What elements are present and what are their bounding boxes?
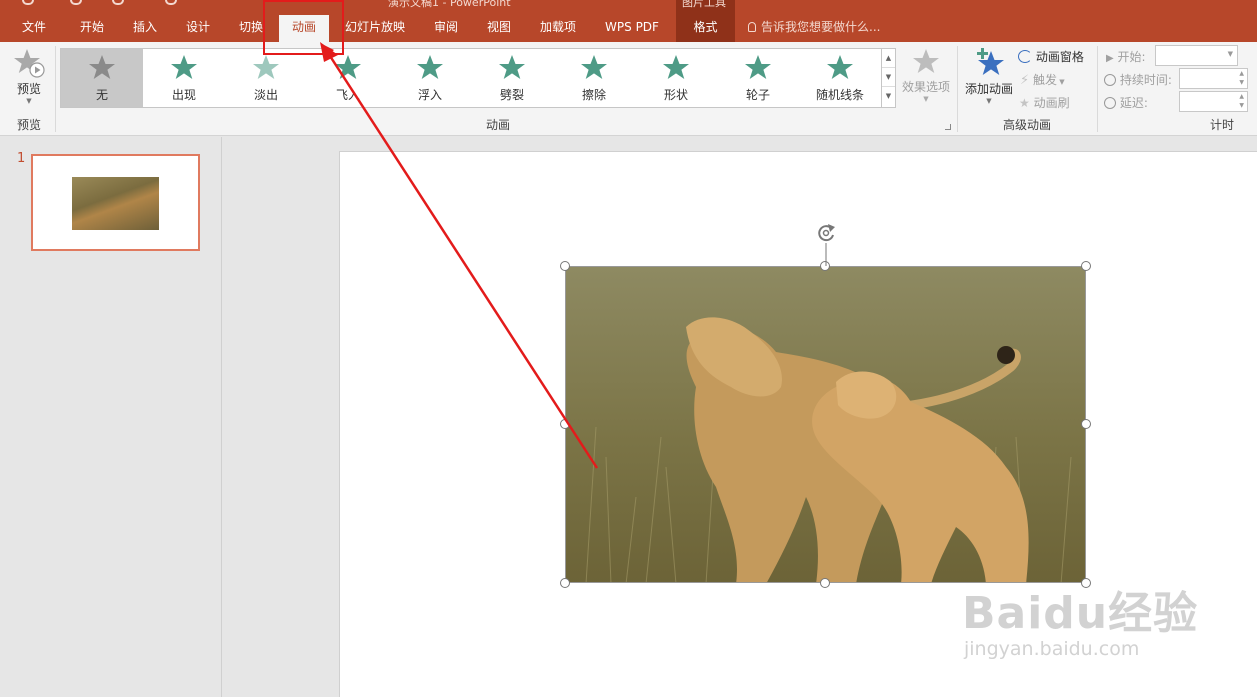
play-icon: ▶ bbox=[1106, 53, 1114, 64]
thumbnail-photo bbox=[72, 177, 159, 230]
resize-handle-bottom-left[interactable] bbox=[560, 578, 570, 588]
window-title: 演示文稿1 - PowerPoint bbox=[388, 0, 511, 9]
group-label-timing: 计时 bbox=[1210, 118, 1235, 132]
slide-number: 1 bbox=[17, 151, 26, 166]
resize-handle-top-right[interactable] bbox=[1081, 261, 1091, 271]
rotate-handle-icon[interactable] bbox=[814, 221, 840, 267]
redo-icon[interactable] bbox=[112, 0, 124, 5]
effect-options-star-icon bbox=[913, 49, 939, 73]
painter-stars-icon: ★ bbox=[1019, 96, 1030, 110]
animation-painter-button[interactable]: ★ 动画刷 bbox=[1019, 94, 1070, 111]
none-star-icon bbox=[89, 55, 115, 79]
delay-spinner[interactable]: ▲ ▼ bbox=[1179, 91, 1248, 112]
animation-float-in[interactable]: 浮入 bbox=[389, 49, 471, 107]
duration-label: 持续时间: bbox=[1104, 71, 1172, 88]
scroll-up-icon[interactable]: ▲ bbox=[882, 49, 895, 68]
slide-thumbnail[interactable] bbox=[31, 154, 200, 251]
gallery-scrollbar[interactable]: ▲ ▼ ▼ bbox=[882, 48, 896, 108]
chevron-down-icon: ▼ bbox=[26, 97, 32, 105]
delay-clock-icon bbox=[1104, 97, 1116, 109]
tell-me-search[interactable]: 告诉我您想要做什么... bbox=[748, 9, 880, 42]
chevron-down-icon: ▼ bbox=[923, 95, 929, 103]
group-label-preview: 预览 bbox=[17, 118, 42, 132]
clock-icon bbox=[1104, 74, 1116, 86]
scroll-down-icon[interactable]: ▼ bbox=[882, 68, 895, 87]
tab-view[interactable]: 视图 bbox=[485, 9, 513, 42]
animation-random-bars[interactable]: 随机线条 bbox=[799, 49, 881, 107]
undo-icon[interactable] bbox=[70, 0, 82, 5]
random-bars-star-icon bbox=[827, 55, 853, 79]
resize-handle-bottom-right[interactable] bbox=[1081, 578, 1091, 588]
animation-gallery: 无出现 淡出 飞入 浮入 劈裂 擦除 形状 轮子 随机线条 bbox=[60, 48, 882, 108]
trigger-button[interactable]: ⚡ 触发 ▼ bbox=[1020, 71, 1065, 88]
start-select[interactable]: ▼ bbox=[1155, 45, 1238, 66]
ribbon: 预览 ▼ 预览 无出现 淡出 飞入 浮入 劈裂 擦除 形状 轮子 随机线条 ▲ ▼ ▼ 动画 效… bbox=[0, 42, 1257, 136]
lion-photo[interactable] bbox=[565, 266, 1086, 583]
preview-button[interactable]: 预览 ▼ bbox=[8, 47, 50, 109]
highlight-box bbox=[263, 0, 344, 55]
lion-photo-image bbox=[566, 267, 1085, 582]
duration-spinner[interactable]: ▲ ▼ bbox=[1179, 68, 1248, 89]
animation-fade[interactable]: 淡出 bbox=[225, 49, 307, 107]
lightning-icon: ⚡ bbox=[1020, 73, 1030, 88]
tab-home[interactable]: 开始 bbox=[78, 9, 106, 42]
group-label-advanced: 高级动画 bbox=[1003, 118, 1052, 132]
animation-wipe[interactable]: 擦除 bbox=[553, 49, 635, 107]
preview-star-icon bbox=[14, 49, 45, 78]
tab-addins[interactable]: 加载项 bbox=[538, 9, 578, 42]
gallery-more-icon[interactable]: ▼ bbox=[882, 87, 895, 106]
animation-pane-icon bbox=[1018, 50, 1032, 63]
start-label: ▶ 开始: bbox=[1106, 50, 1146, 64]
animation-none[interactable]: 无 bbox=[61, 49, 143, 107]
fly-in-star-icon bbox=[335, 55, 361, 79]
lightbulb-icon bbox=[748, 22, 756, 32]
tab-wps-pdf[interactable]: WPS PDF bbox=[602, 9, 662, 42]
resize-handle-top-left[interactable] bbox=[560, 261, 570, 271]
animation-pane-button[interactable]: 动画窗格 bbox=[1018, 48, 1084, 65]
baidu-watermark: Baidu经验 jingyan.baidu.com bbox=[962, 588, 1199, 661]
tab-slideshow[interactable]: 幻灯片放映 bbox=[343, 9, 407, 42]
resize-handle-left[interactable] bbox=[560, 419, 570, 429]
split-star-icon bbox=[499, 55, 525, 79]
wipe-star-icon bbox=[581, 55, 607, 79]
animation-fly-in[interactable]: 飞入 bbox=[307, 49, 389, 107]
tab-format[interactable]: 格式 bbox=[676, 9, 735, 42]
title-bar: 演示文稿1 - PowerPoint 图片工具 bbox=[0, 0, 1257, 9]
appear-star-icon bbox=[171, 55, 197, 79]
tab-review[interactable]: 审阅 bbox=[432, 9, 460, 42]
tab-file[interactable]: 文件 bbox=[20, 9, 48, 42]
add-animation-star-icon bbox=[977, 48, 1004, 75]
ribbon-tab-bar: 文件 开始 插入 设计 切换 动画 幻灯片放映 审阅 视图 加载项 WPS PD… bbox=[0, 9, 1257, 42]
animation-split[interactable]: 劈裂 bbox=[471, 49, 553, 107]
animation-shape[interactable]: 形状 bbox=[635, 49, 717, 107]
resize-handle-bottom[interactable] bbox=[820, 578, 830, 588]
chevron-down-icon: ▼ bbox=[1227, 50, 1233, 58]
context-group-label: 图片工具 bbox=[682, 0, 726, 9]
touch-mode-icon[interactable] bbox=[165, 0, 177, 5]
fade-star-icon bbox=[253, 55, 279, 79]
group-label-animation: 动画 bbox=[486, 118, 511, 132]
tab-design[interactable]: 设计 bbox=[184, 9, 212, 42]
delay-label: 延迟: bbox=[1104, 94, 1148, 111]
float-in-star-icon bbox=[417, 55, 443, 79]
animation-appear[interactable]: 出现 bbox=[143, 49, 225, 107]
effect-options-button[interactable]: 效果选项 ▼ bbox=[900, 47, 952, 109]
resize-handle-right[interactable] bbox=[1081, 419, 1091, 429]
shape-star-icon bbox=[663, 55, 689, 79]
dialog-launcher-icon[interactable] bbox=[945, 124, 951, 130]
animation-wheel[interactable]: 轮子 bbox=[717, 49, 799, 107]
add-animation-button[interactable]: 添加动画 ▼ bbox=[963, 46, 1015, 112]
tab-insert[interactable]: 插入 bbox=[131, 9, 159, 42]
save-icon[interactable] bbox=[22, 0, 34, 5]
wheel-star-icon bbox=[745, 55, 771, 79]
tab-transitions[interactable]: 切换 bbox=[237, 9, 265, 42]
chevron-down-icon: ▼ bbox=[986, 97, 992, 105]
